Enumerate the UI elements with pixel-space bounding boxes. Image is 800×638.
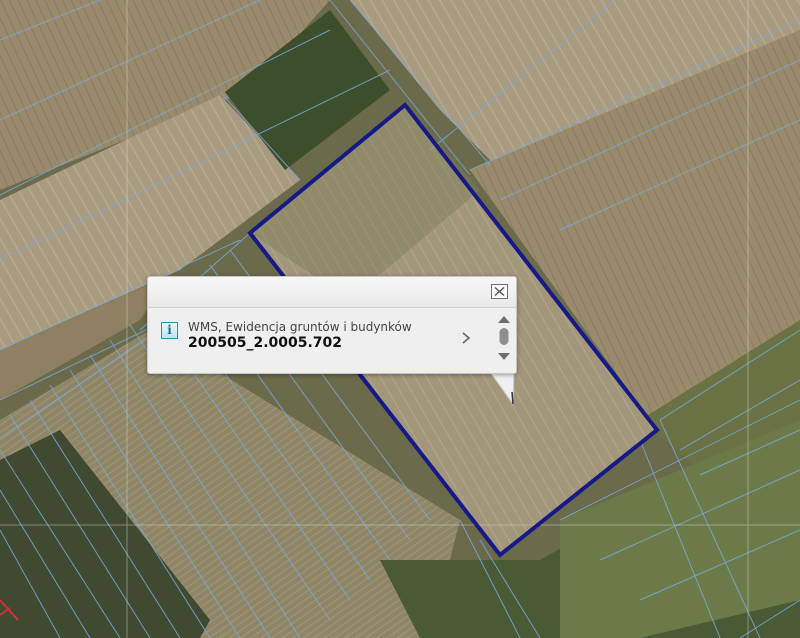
close-button[interactable] [491,284,508,299]
popup-scrollbar[interactable] [497,314,511,366]
feature-id[interactable]: 200505_2.0005.702 [188,335,342,351]
scroll-up-icon[interactable] [498,316,510,323]
popup-body[interactable]: i WMS, Ewidencja gruntów i budynków 2005… [148,308,516,372]
scroll-thumb[interactable] [499,328,509,345]
chevron-right-icon[interactable] [459,330,473,346]
scroll-down-icon[interactable] [498,353,510,360]
info-icon: i [161,322,178,339]
layer-name: WMS, Ewidencja gruntów i budynków [188,320,412,334]
popup-pointer [490,372,515,406]
identify-popup: i WMS, Ewidencja gruntów i budynków 2005… [147,276,517,374]
popup-header [148,277,516,308]
close-icon [494,287,505,296]
